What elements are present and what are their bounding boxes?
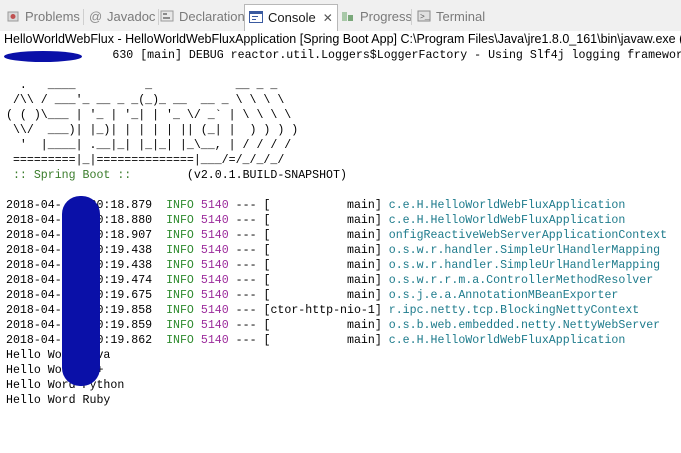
progress-icon	[341, 8, 355, 22]
svg-text:@: @	[89, 9, 102, 23]
tab-label: Terminal	[436, 9, 486, 24]
spring-boot-label: :: Spring Boot ::	[6, 169, 139, 182]
declaration-icon	[160, 8, 174, 22]
banner-line: . ____ _ __ _ _	[6, 79, 278, 92]
spring-boot-version-line: :: Spring Boot :: (v2.0.1.BUILD-SNAPSHOT…	[6, 168, 347, 183]
program-output-line: Hello Word Ruby	[6, 394, 111, 407]
console-output[interactable]: 630 [main] DEBUG reactor.util.Loggers$Lo…	[0, 48, 681, 453]
log-row: 2018-04- 30:19.438 INFO 5140 --- [ main]…	[6, 244, 661, 257]
tab-label: Console	[268, 10, 316, 25]
log-row: 2018-04- 30:19.438 INFO 5140 --- [ main]…	[6, 259, 661, 272]
redaction-mark	[62, 196, 100, 386]
tab-divider	[411, 9, 412, 25]
tab-declaration[interactable]: Declaration	[160, 6, 245, 28]
tab-divider	[83, 9, 84, 25]
console-icon	[249, 7, 263, 23]
svg-text:>_: >_	[420, 13, 430, 22]
tab-javadoc[interactable]: @ Javadoc	[88, 6, 155, 28]
banner-line: =========|_|==============|___/=/_/_/_/	[6, 154, 285, 167]
log-row: 2018-04- 30:18.907 INFO 5140 --- [ main]…	[6, 229, 668, 242]
close-icon[interactable]: ✕	[323, 5, 333, 31]
tab-label: Problems	[25, 9, 80, 24]
tab-progress[interactable]: Progress	[341, 6, 412, 28]
tab-console[interactable]: Console ✕	[244, 4, 338, 31]
redaction-mark	[4, 51, 82, 62]
tab-terminal[interactable]: >_ Terminal	[417, 6, 485, 28]
banner-line: ( ( )\___ | '_ | '_| | '_ \/ _` | \ \ \ …	[6, 109, 292, 122]
tab-problems[interactable]: Problems	[6, 6, 80, 28]
view-tab-bar: Problems @ Javadoc Declaration Console ✕ P…	[0, 0, 681, 32]
tab-label: Declaration	[179, 9, 245, 24]
javadoc-icon: @	[88, 8, 102, 24]
debug-log-line: 630 [main] DEBUG reactor.util.Loggers$Lo…	[112, 49, 681, 62]
log-row: 2018-04- 30:19.858 INFO 5140 --- [ctor-h…	[6, 304, 640, 317]
banner-line: /\\ / ___'_ __ _ _(_)_ __ __ _ \ \ \ \	[6, 94, 285, 107]
log-row: 2018-04- 30:19.474 INFO 5140 --- [ main]…	[6, 274, 654, 287]
terminal-icon: >_	[417, 8, 431, 22]
banner-line: ' |____| .__|_| |_|_| |_\__, | / / / /	[6, 139, 292, 152]
log-row: 2018-04- 30:19.859 INFO 5140 --- [ main]…	[6, 319, 661, 332]
console-launch-description: HelloWorldWebFlux - HelloWorldWebFluxApp…	[0, 31, 681, 48]
program-output-line: Hello Word Python	[6, 379, 125, 392]
banner-line: \\/ ___)| |_)| | | | | || (_| | ) ) ) )	[6, 124, 299, 137]
tab-label: Progress	[360, 9, 413, 24]
problems-icon	[6, 8, 20, 22]
spring-boot-version: (v2.0.1.BUILD-SNAPSHOT)	[138, 169, 347, 182]
tab-label: Javadoc	[107, 9, 156, 24]
tab-divider	[158, 9, 159, 25]
